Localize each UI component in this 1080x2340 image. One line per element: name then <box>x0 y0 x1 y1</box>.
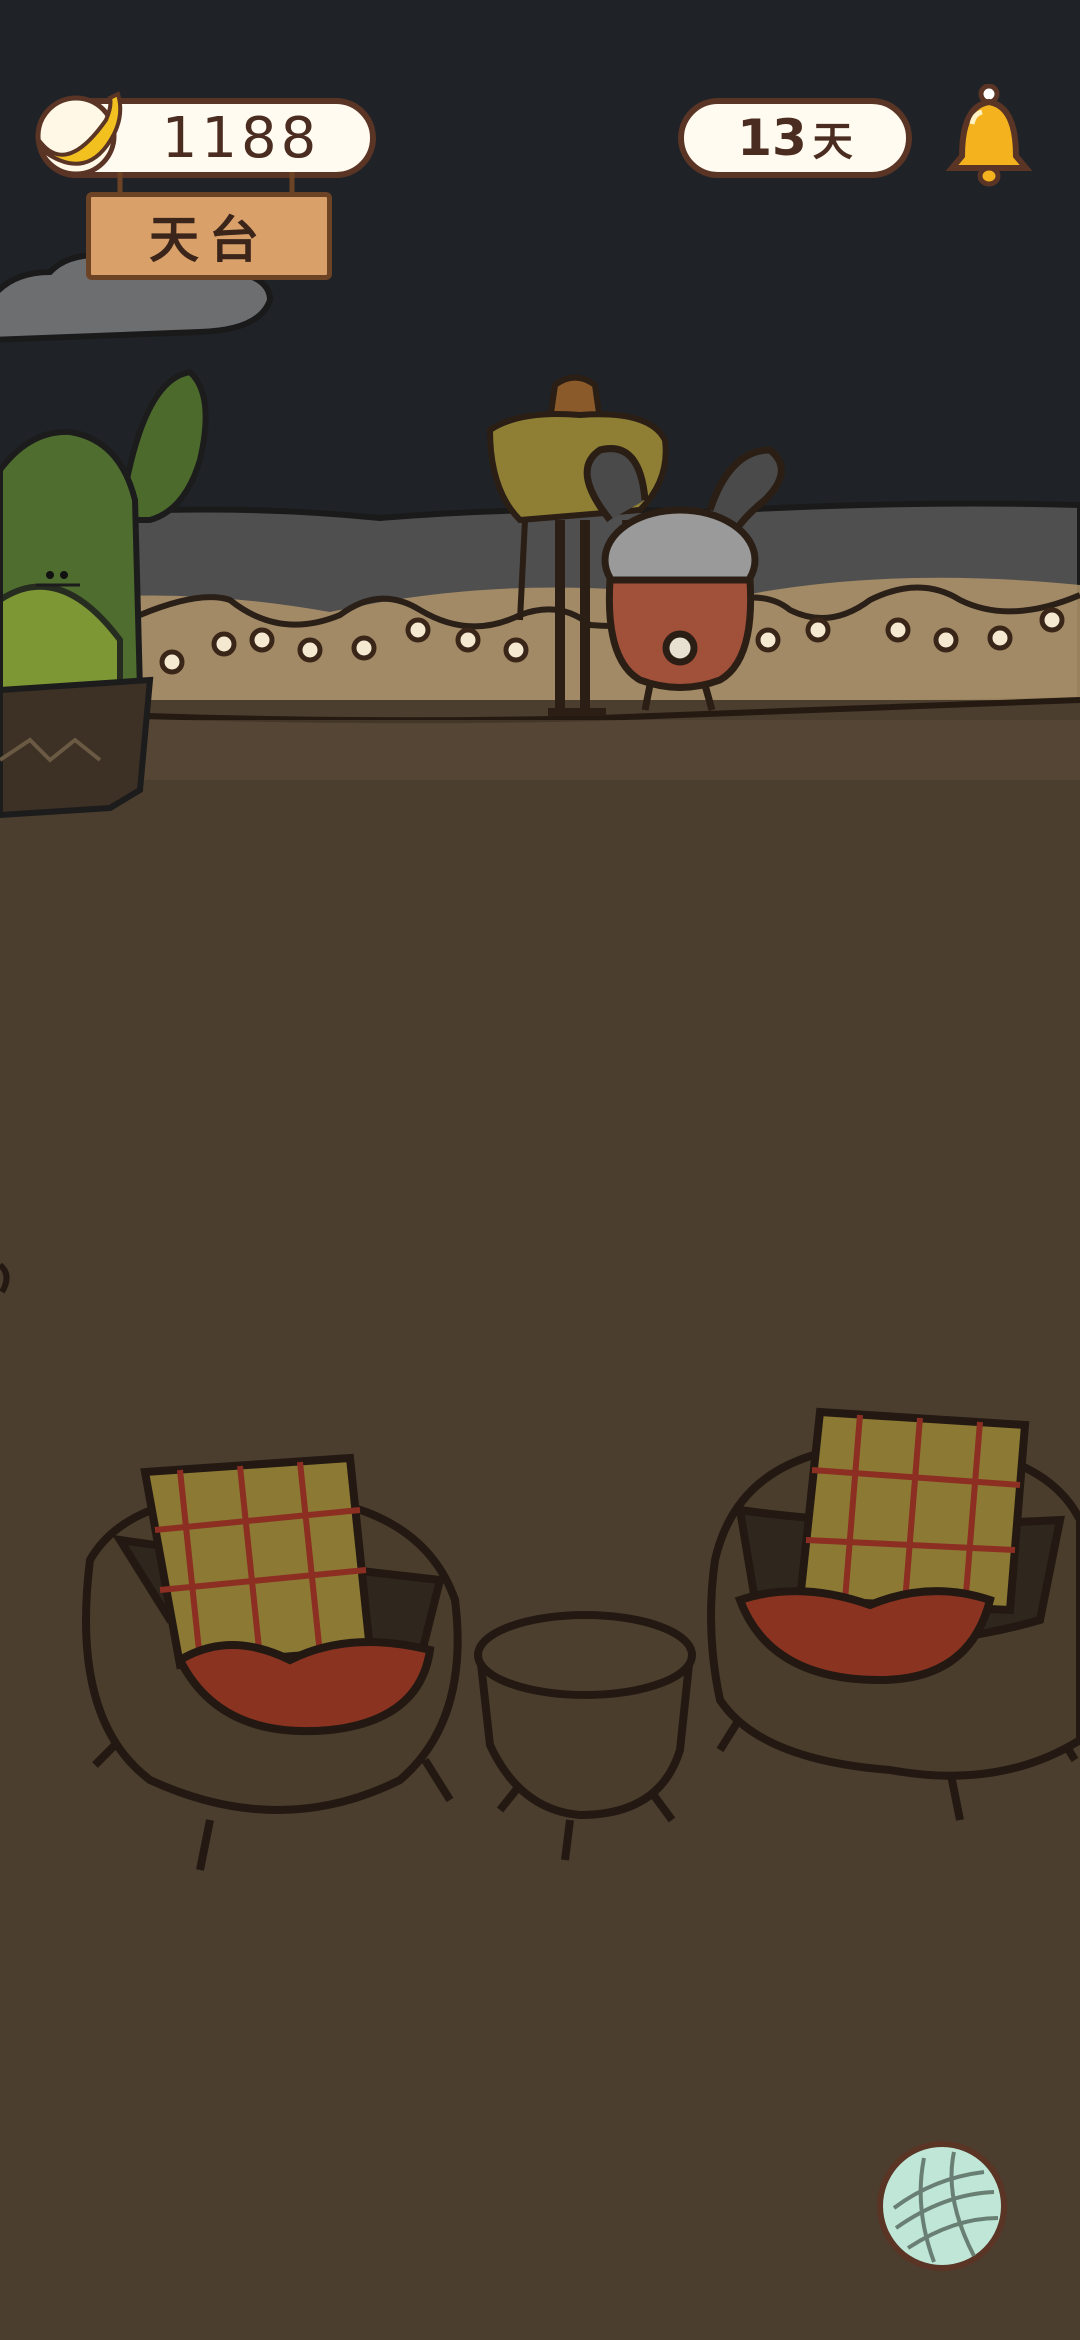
bell-icon[interactable] <box>944 84 1034 190</box>
light-bulb <box>405 617 431 643</box>
light-bulb <box>1039 607 1065 633</box>
light-glow <box>0 577 1080 720</box>
light-bulb <box>755 627 781 653</box>
light-bulb <box>211 631 237 657</box>
light-bulb <box>885 617 911 643</box>
location-sign: 天台 <box>86 192 332 280</box>
banana-count: 1188 <box>161 105 321 171</box>
light-bulb <box>351 635 377 661</box>
light-bulb <box>455 627 481 653</box>
light-bulb <box>933 627 959 653</box>
yarn-ball-icon[interactable] <box>874 2138 1010 2274</box>
light-bulb <box>987 625 1013 651</box>
light-bulb <box>249 627 275 653</box>
days-unit: 天 <box>812 119 853 165</box>
days-value: 13 <box>737 109 807 167</box>
rooftop-scene <box>0 0 1080 2340</box>
light-bulb <box>159 649 185 675</box>
light-bulb <box>805 617 831 643</box>
sign-hangers <box>117 172 295 196</box>
days-counter: 13 天 <box>678 98 912 178</box>
banana-icon <box>35 91 123 177</box>
light-bulb <box>503 637 529 663</box>
location-name: 天台 <box>149 211 269 269</box>
light-bulb <box>297 637 323 663</box>
